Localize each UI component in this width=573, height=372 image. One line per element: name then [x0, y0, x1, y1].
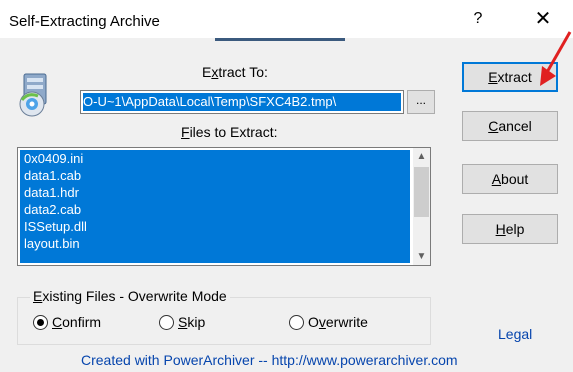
- top-accent-line: [215, 38, 345, 41]
- scroll-up-icon[interactable]: ▲: [413, 148, 430, 165]
- list-item[interactable]: layout.bin: [20, 235, 410, 252]
- extract-path-value: O-U~1\AppData\Local\Temp\SFXC4B2.tmp\: [83, 93, 401, 111]
- list-item[interactable]: data1.cab: [20, 167, 410, 184]
- list-item[interactable]: data2.cab: [20, 201, 410, 218]
- radio-icon: [289, 315, 304, 330]
- files-listbox[interactable]: 0x0409.ini data1.cab data1.hdr data2.cab…: [17, 147, 431, 266]
- red-arrow-icon: [540, 31, 572, 86]
- files-scrollbar[interactable]: ▲ ▼: [413, 148, 430, 265]
- radio-selected-icon: [33, 315, 48, 330]
- scroll-down-icon[interactable]: ▼: [413, 248, 430, 265]
- close-button[interactable]: ✕: [520, 5, 566, 33]
- window-title: Self-Extracting Archive: [9, 13, 160, 30]
- overwrite-mode-title: Existing Files - Overwrite Mode: [30, 288, 230, 304]
- cancel-button[interactable]: Cancel: [462, 111, 558, 141]
- list-item[interactable]: data1.hdr: [20, 184, 410, 201]
- legal-link[interactable]: Legal: [498, 326, 532, 342]
- radio-icon: [159, 315, 174, 330]
- files-selection: 0x0409.ini data1.cab data1.hdr data2.cab…: [20, 150, 410, 263]
- credit-link[interactable]: Created with PowerArchiver -- http://www…: [81, 352, 458, 368]
- browse-button[interactable]: ...: [407, 90, 435, 114]
- files-to-extract-label: Files to Extract:: [181, 124, 278, 140]
- help-title-button[interactable]: ?: [462, 5, 494, 33]
- help-button[interactable]: Help: [462, 214, 558, 244]
- installer-icon: [19, 73, 47, 117]
- title-bar: Self-Extracting Archive ? ✕: [0, 0, 573, 38]
- extract-path-input[interactable]: O-U~1\AppData\Local\Temp\SFXC4B2.tmp\: [80, 90, 404, 114]
- list-item[interactable]: ISSetup.dll: [20, 218, 410, 235]
- scroll-thumb[interactable]: [414, 167, 429, 217]
- about-button[interactable]: About: [462, 164, 558, 194]
- extract-to-label: Extract To:: [202, 64, 268, 80]
- list-item[interactable]: 0x0409.ini: [20, 150, 410, 167]
